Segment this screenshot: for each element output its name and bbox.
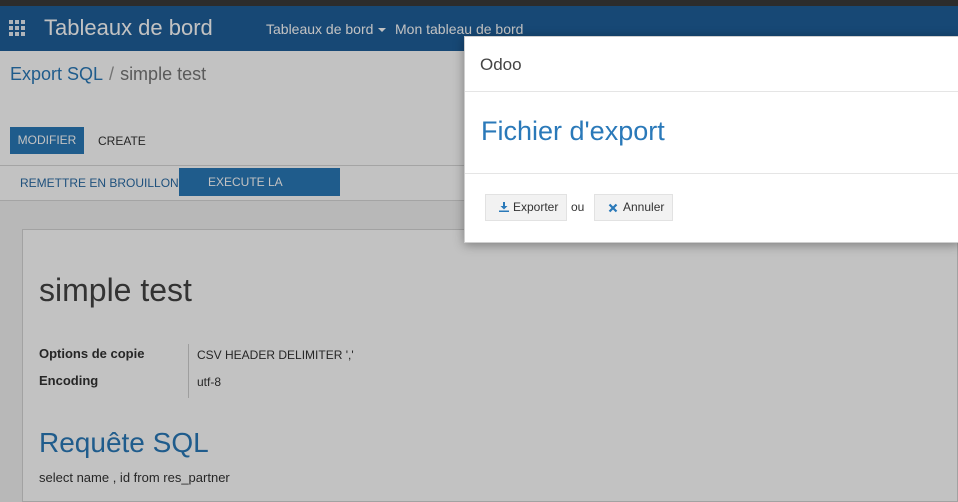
dialog-heading: Fichier d'export: [481, 116, 665, 146]
cancel-button[interactable]: Annuler: [594, 194, 673, 221]
page: Tableaux de bord Tableaux de bord Mon ta…: [0, 0, 958, 502]
export-dialog: Odoo Fichier d'export Exporter ou Annule…: [464, 36, 958, 243]
download-icon: [499, 202, 509, 212]
export-button[interactable]: Exporter: [485, 194, 567, 221]
dialog-header-divider: [465, 91, 958, 92]
cancel-button-label: Annuler: [623, 200, 665, 214]
dialog-footer-divider: [465, 173, 958, 174]
dialog-title: Odoo: [480, 55, 522, 74]
close-icon: [608, 203, 618, 213]
export-button-label: Exporter: [513, 200, 559, 214]
or-text: ou: [571, 200, 585, 214]
